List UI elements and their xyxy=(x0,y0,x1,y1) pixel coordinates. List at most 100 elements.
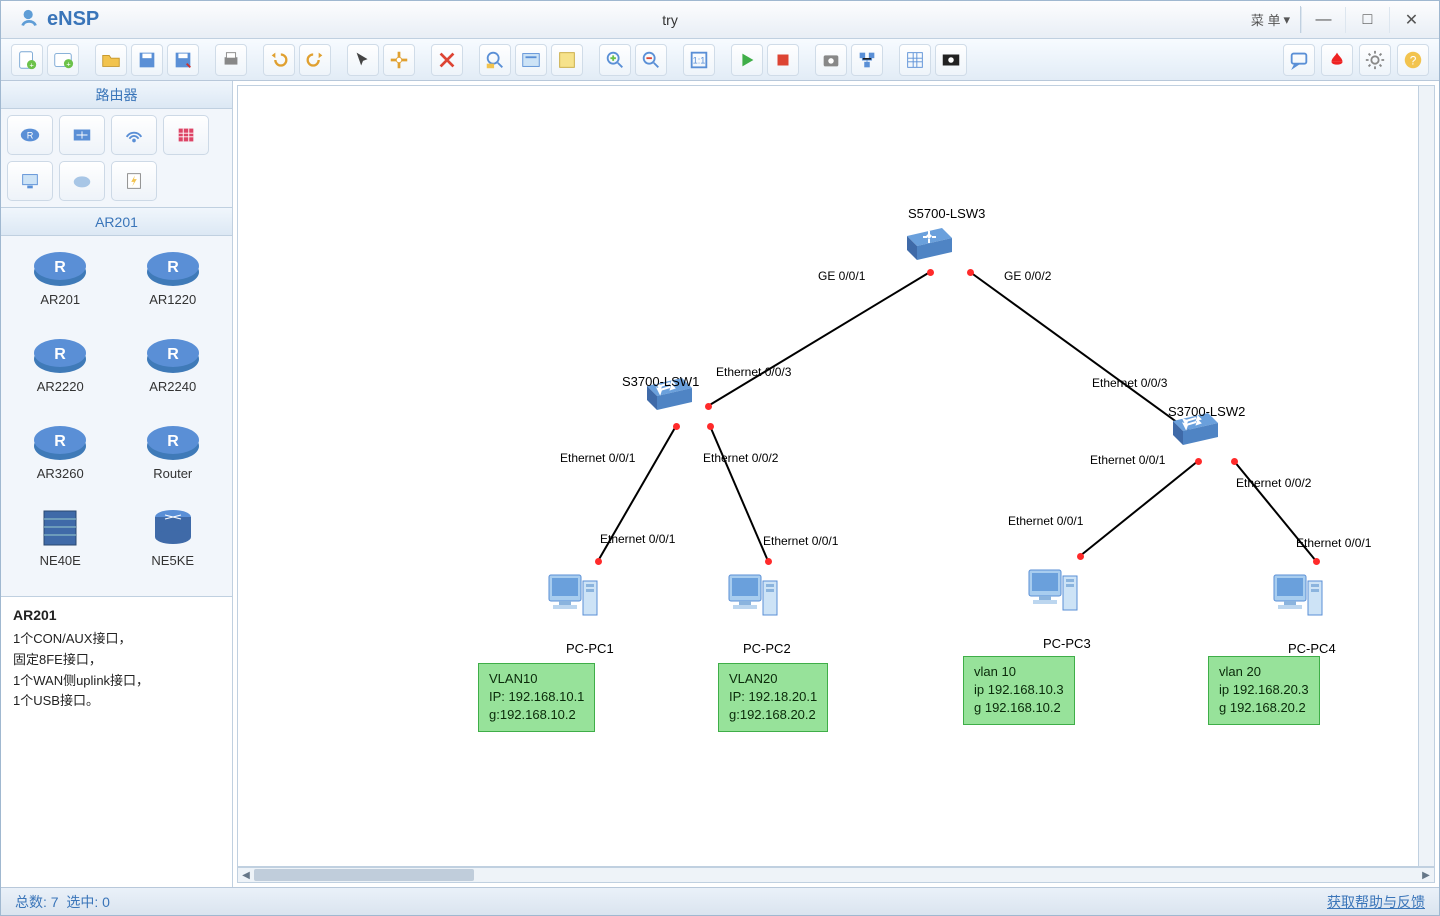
device-item-ar1220[interactable]: RAR1220 xyxy=(122,244,225,327)
tool-capture[interactable] xyxy=(935,44,967,76)
scroll-left-icon[interactable]: ◀ xyxy=(238,868,254,882)
tool-chat[interactable] xyxy=(1283,44,1315,76)
tool-save[interactable] xyxy=(131,44,163,76)
tool-huawei[interactable] xyxy=(1321,44,1353,76)
device-item-ne40e[interactable]: NE40E xyxy=(9,505,112,588)
node-label: S5700-LSW3 xyxy=(908,206,985,221)
link[interactable] xyxy=(708,272,930,406)
maximize-button[interactable]: □ xyxy=(1345,7,1389,33)
category-routing[interactable] xyxy=(59,115,105,155)
info-box-line: vlan 10 xyxy=(974,663,1064,681)
tool-fit[interactable]: 1:1 xyxy=(683,44,715,76)
hscroll-thumb[interactable] xyxy=(254,869,474,881)
tool-delete[interactable] xyxy=(431,44,463,76)
node-pc1[interactable] xyxy=(545,569,601,630)
device-item-label: Router xyxy=(122,466,225,481)
help-feedback-link[interactable]: 获取帮助与反馈 xyxy=(1327,892,1425,912)
pc-icon xyxy=(19,170,41,192)
device-item-label: AR201 xyxy=(9,292,112,307)
node-pc3[interactable] xyxy=(1025,564,1081,625)
tool-settings[interactable] xyxy=(1359,44,1391,76)
device-item-ar3260[interactable]: RAR3260 xyxy=(9,418,112,501)
tool-snapshot[interactable] xyxy=(815,44,847,76)
node-sw3[interactable] xyxy=(902,224,952,269)
settings-icon xyxy=(1364,49,1386,71)
tool-zoomout[interactable] xyxy=(635,44,667,76)
device-item-ar2240[interactable]: RAR2240 xyxy=(122,331,225,414)
canvas-vscroll[interactable] xyxy=(1418,86,1434,866)
saveas-icon xyxy=(172,49,194,71)
device-item-ar201[interactable]: RAR201 xyxy=(9,244,112,327)
tool-print[interactable] xyxy=(215,44,247,76)
router-icon: R xyxy=(143,331,203,375)
tool-help[interactable]: ? xyxy=(1397,44,1429,76)
port-dot xyxy=(673,423,680,430)
tool-layout[interactable] xyxy=(851,44,883,76)
tool-inspect[interactable] xyxy=(479,44,511,76)
switch-icon xyxy=(902,224,952,264)
port-label: GE 0/0/1 xyxy=(818,269,865,283)
info-box-line: g:192.168.10.2 xyxy=(489,706,584,724)
port-label: Ethernet 0/0/1 xyxy=(1090,453,1165,467)
status-selected-label: 选中: xyxy=(66,892,98,912)
vlan-info-box[interactable]: VLAN10IP: 192.168.10.1g:192.168.10.2 xyxy=(478,663,595,732)
category-wireless[interactable] xyxy=(111,115,157,155)
vlan-info-box[interactable]: VLAN20IP: 192.18.20.1g:192.168.20.2 xyxy=(718,663,828,732)
tool-new[interactable]: + xyxy=(11,44,43,76)
category-firewall[interactable] xyxy=(163,115,209,155)
svg-text:?: ? xyxy=(1410,53,1417,67)
cloud-icon xyxy=(71,170,93,192)
text-icon xyxy=(520,49,542,71)
category-router[interactable]: R xyxy=(7,115,53,155)
minimize-button[interactable]: — xyxy=(1301,7,1345,33)
category-cloud[interactable] xyxy=(59,161,105,201)
port-dot xyxy=(707,423,714,430)
scroll-right-icon[interactable]: ▶ xyxy=(1418,868,1434,882)
tool-play[interactable] xyxy=(731,44,763,76)
device-item-router[interactable]: R Router xyxy=(122,418,225,501)
device-item-ne5ke[interactable]: NE5KE xyxy=(122,505,225,588)
svg-text:R: R xyxy=(167,433,179,450)
vlan-info-box[interactable]: vlan 20ip 192.168.20.3g 192.168.20.2 xyxy=(1208,656,1320,725)
tool-zoomin[interactable] xyxy=(599,44,631,76)
port-label: Ethernet 0/0/2 xyxy=(703,451,778,465)
tool-undo[interactable] xyxy=(263,44,295,76)
menu-button[interactable]: 菜 单▾ xyxy=(1241,6,1301,33)
tool-saveas[interactable] xyxy=(167,44,199,76)
svg-text:R: R xyxy=(167,346,179,363)
node-label: S3700-LSW1 xyxy=(622,374,699,389)
link[interactable] xyxy=(710,426,768,561)
vlan-info-box[interactable]: vlan 10ip 192.168.10.3g 192.168.10.2 xyxy=(963,656,1075,725)
svg-text:+: + xyxy=(29,60,33,69)
link[interactable] xyxy=(970,272,1196,436)
info-box-line: g:192.168.20.2 xyxy=(729,706,817,724)
tool-stop[interactable] xyxy=(767,44,799,76)
device-item-ar2220[interactable]: RAR2220 xyxy=(9,331,112,414)
tool-redo[interactable] xyxy=(299,44,331,76)
node-pc2[interactable] xyxy=(725,569,781,630)
tool-note[interactable] xyxy=(551,44,583,76)
tool-text[interactable] xyxy=(515,44,547,76)
play-icon xyxy=(736,49,758,71)
status-total-label: 总数: xyxy=(15,892,47,912)
tool-select[interactable] xyxy=(347,44,379,76)
info-box-line: IP: 192.168.10.1 xyxy=(489,688,584,706)
tool-grid[interactable] xyxy=(899,44,931,76)
topology-canvas[interactable]: GE 0/0/1Ethernet 0/0/3GE 0/0/2Ethernet 0… xyxy=(237,85,1435,867)
node-pc4[interactable] xyxy=(1270,569,1326,630)
canvas-hscroll[interactable]: ◀ ▶ xyxy=(237,867,1435,883)
svg-text:+: + xyxy=(66,59,70,68)
tool-newtopo[interactable]: + xyxy=(47,44,79,76)
category-pc[interactable] xyxy=(7,161,53,201)
link[interactable] xyxy=(1080,461,1198,556)
main-toolbar: + +1:1 ? xyxy=(1,39,1439,81)
close-button[interactable]: ✕ xyxy=(1389,7,1433,33)
document-title: try xyxy=(99,12,1241,28)
undo-icon xyxy=(268,49,290,71)
port-label: Ethernet 0/0/1 xyxy=(560,451,635,465)
category-flash[interactable] xyxy=(111,161,157,201)
port-dot xyxy=(705,403,712,410)
tool-pan[interactable] xyxy=(383,44,415,76)
tool-open[interactable] xyxy=(95,44,127,76)
device-list[interactable]: RAR201RAR1220RAR2220RAR2240RAR3260RRoute… xyxy=(1,236,232,596)
